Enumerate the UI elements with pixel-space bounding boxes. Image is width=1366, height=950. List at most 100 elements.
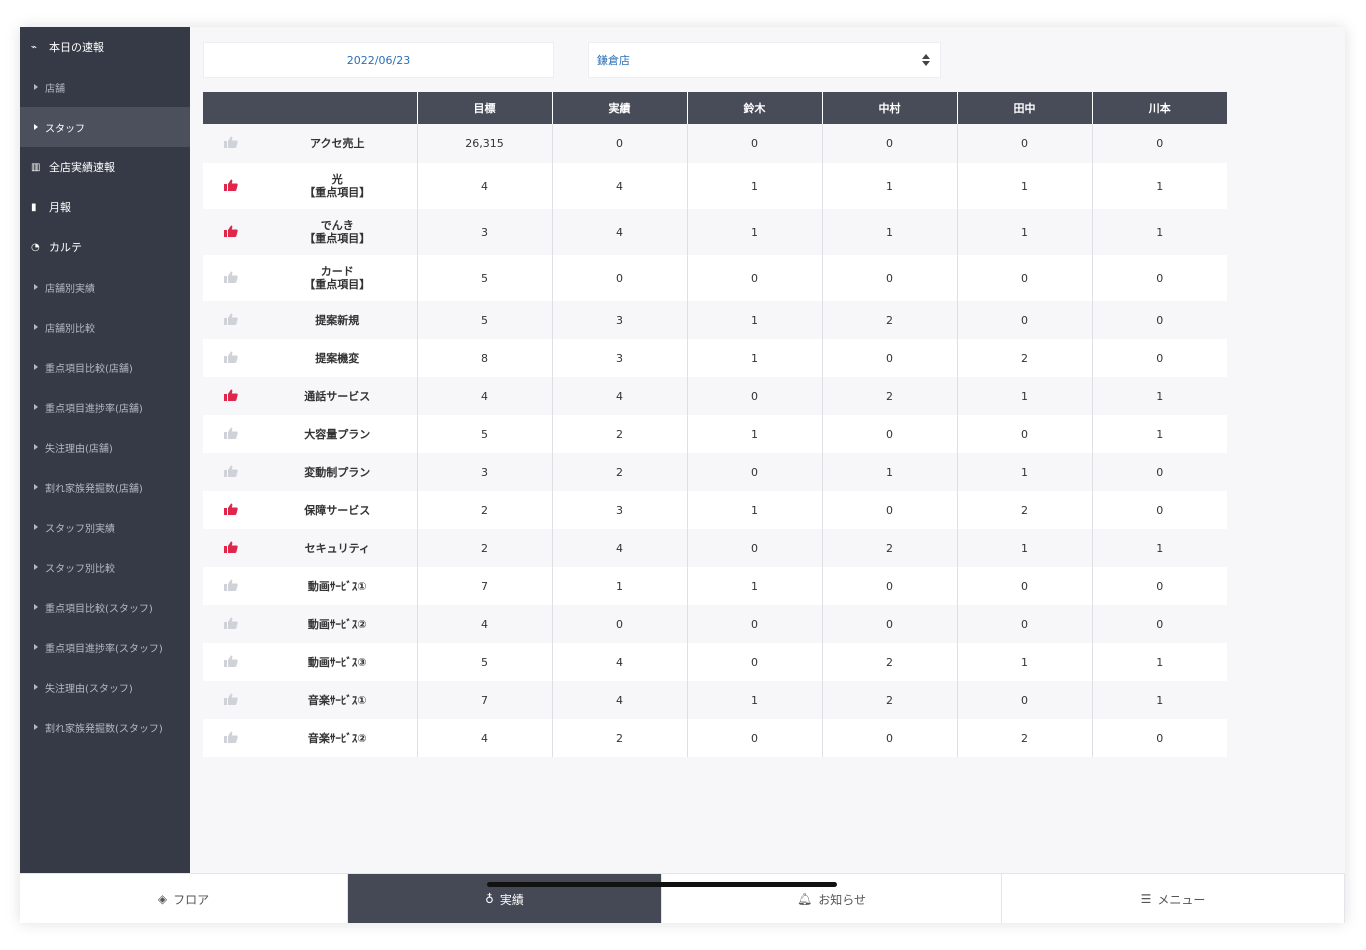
row-label-line: カード [320, 265, 354, 278]
table-row: 動画ｻｰﾋﾞｽ③ 5 4 0 2 1 1 [203, 643, 1227, 681]
thumbs-up-icon[interactable] [223, 541, 238, 553]
table-cell: 0 [821, 255, 957, 301]
row-label: 変動制プラン [258, 453, 417, 491]
thumbs-up-icon[interactable] [223, 655, 238, 667]
row-label: セキュリティ [258, 529, 417, 567]
table-cell: 1 [956, 377, 1092, 415]
table-cell: 1 [956, 643, 1092, 681]
row-label: 光【重点項目】 [258, 163, 417, 209]
thumbs-up-icon[interactable] [223, 427, 238, 439]
sidebar-item[interactable]: 店舗別比較 [20, 307, 190, 347]
date-value: 2022/06/23 [346, 53, 411, 67]
row-label: アクセ売上 [258, 124, 417, 163]
table-cell: 0 [821, 491, 957, 529]
thumbs-up-icon[interactable] [223, 731, 238, 743]
store-value: 鎌倉店 [597, 54, 630, 67]
thumbs-up-icon[interactable] [223, 503, 238, 515]
table-cell: 1 [821, 163, 957, 209]
sidebar-item[interactable]: ◔ カルテ [20, 227, 190, 267]
sidebar-item[interactable]: 重点項目比較(店舗) [20, 347, 190, 387]
thumbs-up-icon[interactable] [223, 271, 238, 283]
line-chart-icon: ⌁ [31, 41, 38, 53]
sidebar-item[interactable]: ⌁ 本日の速報 [20, 27, 190, 67]
like-cell [203, 415, 258, 453]
thumbs-up-icon[interactable] [223, 389, 238, 401]
thumbs-up-icon[interactable] [223, 225, 238, 237]
sidebar-item[interactable]: スタッフ [20, 107, 190, 147]
sidebar-item[interactable]: 重点項目進捗率(店舗) [20, 387, 190, 427]
sidebar-item-label: スタッフ [45, 123, 85, 135]
table-cell: 0 [956, 681, 1092, 719]
thumbs-up-icon[interactable] [223, 693, 238, 705]
like-cell [203, 301, 258, 339]
thumbs-up-icon[interactable] [223, 465, 238, 477]
table-cell: 0 [686, 643, 822, 681]
store-select[interactable]: 鎌倉店 [588, 42, 941, 78]
table-cell: 0 [1091, 567, 1227, 605]
table-cell: 4 [416, 163, 552, 209]
table-cell: 1 [956, 209, 1092, 255]
sidebar-item[interactable]: 割れ家族発掘数(店舗) [20, 467, 190, 507]
table-cell: 1 [686, 163, 822, 209]
thumbs-up-icon[interactable] [223, 617, 238, 629]
table-cell: 1 [1091, 681, 1227, 719]
row-label: 動画ｻｰﾋﾞｽ③ [258, 643, 417, 681]
tab-list[interactable]: ☰ メニュー [1002, 874, 1345, 923]
table-cell: 2 [821, 377, 957, 415]
like-cell [203, 681, 258, 719]
row-label: 動画ｻｰﾋﾞｽ① [258, 567, 417, 605]
table-row: アクセ売上 26,315 0 0 0 0 0 [203, 124, 1227, 163]
row-label-line: 光 [331, 173, 343, 186]
table-cell: 2 [416, 529, 552, 567]
thumbs-up-icon[interactable] [223, 579, 238, 591]
row-label-line: 通話サービス [304, 389, 371, 403]
table-cell: 1 [1091, 163, 1227, 209]
table-cell: 5 [416, 255, 552, 301]
sidebar-item[interactable]: 重点項目比較(スタッフ) [20, 587, 190, 627]
caret-right-icon [34, 484, 38, 490]
date-picker[interactable]: 2022/06/23 [203, 42, 554, 78]
like-cell [203, 453, 258, 491]
thumbs-up-icon[interactable] [223, 179, 238, 191]
like-cell [203, 339, 258, 377]
sidebar-item[interactable]: スタッフ別比較 [20, 547, 190, 587]
thumbs-up-icon[interactable] [223, 313, 238, 325]
table-cell: 0 [1091, 453, 1227, 491]
sidebar-item[interactable]: 割れ家族発掘数(スタッフ) [20, 707, 190, 747]
caret-right-icon [34, 324, 38, 330]
row-label: 音楽ｻｰﾋﾞｽ② [258, 719, 417, 757]
like-cell [203, 719, 258, 757]
table-cell: 4 [416, 605, 552, 643]
table-cell: 0 [1091, 719, 1227, 757]
sidebar: ⌁ 本日の速報 店舗 スタッフ ▥ 全店実績速報 ▮ 月報 ◔ カルテ 店舗別実績 店舗別比較 重点項目… [20, 27, 190, 873]
row-label-line: アクセ売上 [310, 137, 365, 150]
sidebar-item[interactable]: 店舗別実績 [20, 267, 190, 307]
sidebar-item[interactable]: スタッフ別実績 [20, 507, 190, 547]
row-label-line: 【重点項目】 [304, 186, 371, 199]
layers-icon: ◈ [157, 892, 168, 906]
table-cell: 3 [416, 209, 552, 255]
tab-layers[interactable]: ◈ フロア [20, 874, 348, 923]
row-label: 音楽ｻｰﾋﾞｽ① [258, 681, 417, 719]
sidebar-item[interactable]: ▮ 月報 [20, 187, 190, 227]
table-cell: 0 [686, 529, 822, 567]
column-header: 実績 [551, 92, 687, 124]
table-cell: 0 [686, 255, 822, 301]
sidebar-item[interactable]: 失注理由(スタッフ) [20, 667, 190, 707]
sidebar-item[interactable]: 失注理由(店舗) [20, 427, 190, 467]
row-label-line: 動画ｻｰﾋﾞｽ① [307, 579, 367, 593]
sidebar-item[interactable]: ▥ 全店実績速報 [20, 147, 190, 187]
table-cell: 2 [821, 643, 957, 681]
sidebar-item[interactable]: 店舗 [20, 67, 190, 107]
table-row: 光【重点項目】 4 4 1 1 1 1 [203, 163, 1227, 209]
column-header: 田中 [956, 92, 1092, 124]
like-cell [203, 567, 258, 605]
table-cell: 1 [956, 529, 1092, 567]
sidebar-item[interactable]: 重点項目進捗率(スタッフ) [20, 627, 190, 667]
column-header: 鈴木 [686, 92, 822, 124]
table-row: 提案新規 5 3 1 2 0 0 [203, 301, 1227, 339]
table-cell: 0 [686, 377, 822, 415]
thumbs-up-icon[interactable] [223, 136, 238, 148]
table-cell: 5 [416, 643, 552, 681]
thumbs-up-icon[interactable] [223, 351, 238, 363]
